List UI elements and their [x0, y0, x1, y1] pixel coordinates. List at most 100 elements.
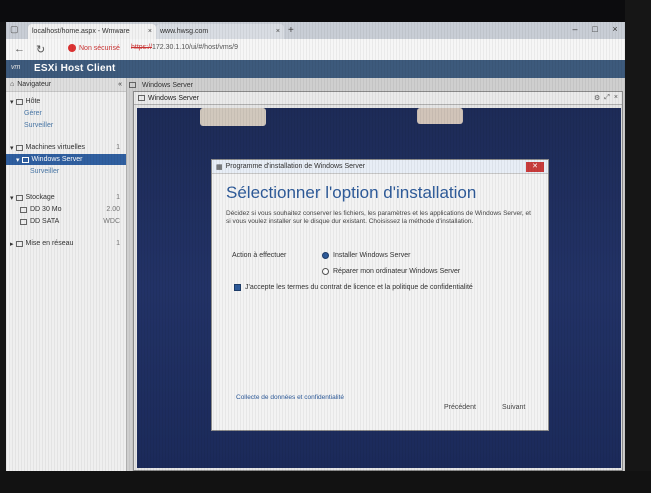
nav-item-vm-monitor[interactable]: Surveiller	[6, 166, 126, 177]
esxi-header: vm ESXi Host Client	[6, 60, 625, 78]
nav-item-label: Gérer	[24, 110, 42, 117]
setup-heading: Sélectionner l'option d'installation	[226, 183, 477, 202]
chevron-right-icon: ▸	[10, 240, 14, 248]
nav-item-networking[interactable]: ▸ Mise en réseau 1	[6, 238, 126, 249]
url-scheme: https://	[131, 44, 153, 51]
console-window: Windows Server ⚙ ⤢ × ▦ Programme d'insta…	[133, 91, 623, 471]
close-window-icon[interactable]: ×	[606, 24, 624, 38]
console-title-bar: Windows Server ⚙ ⤢ ×	[134, 92, 622, 105]
setup-dialog: ▦ Programme d'installation de Windows Se…	[211, 159, 549, 431]
close-icon[interactable]: ✕	[526, 161, 544, 172]
screen: ▢ localhost/home.aspx - Wmware × www.hws…	[6, 22, 625, 471]
monitor-bezel-right	[625, 0, 651, 493]
option-repair[interactable]: Réparer mon ordinateur Windows Server	[322, 268, 460, 275]
browser-menu-icon[interactable]: ▢	[10, 24, 19, 35]
count-badge: 1	[116, 194, 120, 201]
fullscreen-icon[interactable]: ⤢	[604, 94, 610, 102]
nav-item-windows-server[interactable]: ▾ Windows Server	[6, 154, 126, 165]
console-action-icon[interactable]: ⚙	[594, 94, 600, 102]
navigator-header: ⌂ Navigateur «	[6, 78, 126, 92]
tab-label: www.hwsg.com	[160, 28, 209, 35]
checkbox-icon[interactable]	[234, 284, 241, 291]
option-label: Installer Windows Server	[333, 252, 411, 259]
app-title: ESXi Host Client	[34, 63, 116, 74]
console-window-title: Windows Server	[148, 94, 199, 102]
nav-item-datastore-1[interactable]: DD 30 Mo 2.00	[6, 204, 126, 215]
navigator-icon: ⌂	[10, 81, 15, 88]
chevron-down-icon: ▾	[16, 156, 20, 164]
nav-item-datastore-2[interactable]: DD SATA WDC	[6, 216, 126, 227]
monitor-bezel-top	[0, 0, 651, 22]
minimize-icon[interactable]: –	[566, 24, 584, 38]
nav-item-label: Hôte	[25, 98, 41, 105]
security-indicator[interactable]: Non sécurisé	[68, 44, 120, 52]
nav-item-monitor[interactable]: Surveiller	[6, 120, 126, 131]
nav-item-storage[interactable]: ▾ Stockage 1	[6, 192, 126, 203]
radio-selected-icon[interactable]	[322, 252, 329, 259]
count-badge: 1	[116, 144, 120, 151]
radio-icon[interactable]	[322, 268, 329, 275]
host-icon	[15, 98, 23, 105]
security-label: Non sécurisé	[79, 44, 120, 52]
nav-item-label: Windows Server	[31, 156, 83, 163]
setup-title-bar: ▦ Programme d'installation de Windows Se…	[212, 160, 548, 174]
warning-icon	[68, 44, 76, 52]
vmware-logo: vm	[11, 64, 21, 71]
nav-item-label: Stockage	[25, 194, 55, 201]
close-console-icon[interactable]: ×	[614, 94, 618, 102]
next-button[interactable]: Suivant	[502, 404, 525, 411]
chevron-down-icon: ▾	[10, 194, 14, 202]
nav-item-label: DD 30 Mo	[30, 206, 62, 213]
setup-description: Décidez si vous souhaitez conserver les …	[226, 210, 531, 225]
vm-screen[interactable]: ▦ Programme d'installation de Windows Se…	[137, 108, 621, 468]
vm-console-tab[interactable]: Windows Server	[129, 80, 279, 90]
datastore-size: 2.00	[106, 206, 120, 213]
datastore-icon	[20, 206, 27, 213]
vm-console-tab-label: Windows Server	[142, 81, 193, 89]
setup-window-icon: ▦	[216, 163, 223, 171]
back-button[interactable]: Précédent	[444, 404, 476, 411]
close-tab-icon[interactable]: ×	[276, 28, 280, 35]
main-content: Windows Server Windows Server ⚙ ⤢ × ▦ Pr…	[127, 78, 625, 471]
new-tab-icon[interactable]: +	[288, 25, 294, 36]
option-install[interactable]: Installer Windows Server	[322, 252, 410, 259]
storage-icon	[15, 194, 23, 201]
navigator-panel: ⌂ Navigateur « ▾ Hôte Gérer Surveiller ▾…	[6, 78, 127, 471]
light-glare	[200, 108, 266, 126]
navigator-title: Navigateur	[17, 81, 52, 88]
close-tab-icon[interactable]: ×	[148, 28, 152, 35]
count-badge: 1	[116, 240, 120, 247]
address-bar: ← ↻ Non sécurisé https://172.30.1.10/ui/…	[6, 39, 625, 61]
privacy-link[interactable]: Collecte de données et confidentialité	[236, 394, 344, 401]
option-label: Réparer mon ordinateur Windows Server	[333, 268, 461, 275]
collapse-icon[interactable]: «	[118, 81, 122, 88]
nav-item-host[interactable]: ▾ Hôte	[6, 96, 126, 107]
nav-item-vms[interactable]: ▾ Machines virtuelles 1	[6, 142, 126, 153]
checkbox-label: J'accepte les termes du contrat de licen…	[245, 284, 473, 291]
maximize-icon[interactable]: □	[586, 24, 604, 38]
network-icon	[15, 240, 23, 247]
datastore-icon	[20, 218, 27, 225]
nav-item-label: Machines virtuelles	[25, 144, 86, 151]
vm-icon	[138, 95, 145, 101]
license-checkbox[interactable]: J'accepte les termes du contrat de licen…	[234, 284, 473, 291]
back-icon[interactable]: ←	[14, 43, 25, 55]
setup-window-title: Programme d'installation de Windows Serv…	[225, 163, 366, 170]
reload-icon[interactable]: ↻	[36, 43, 45, 56]
monitor-bezel-bottom	[0, 471, 651, 493]
nav-item-label: DD SATA	[30, 218, 60, 225]
vm-icon	[15, 144, 23, 151]
light-glare	[417, 108, 463, 124]
nav-item-label: Surveiller	[30, 168, 60, 175]
tab-label: localhost/home.aspx - Wmware	[32, 28, 130, 35]
chevron-down-icon: ▾	[10, 98, 14, 106]
nav-item-label: Mise en réseau	[25, 240, 74, 247]
nav-item-manage[interactable]: Gérer	[6, 108, 126, 119]
browser-tab-hwsg[interactable]: www.hwsg.com ×	[156, 24, 284, 39]
datastore-vendor: WDC	[103, 218, 120, 225]
url-field[interactable]: https://172.30.1.10/ui/#/host/vms/9	[131, 44, 238, 51]
browser-tab-esxi[interactable]: localhost/home.aspx - Wmware ×	[28, 24, 156, 39]
browser-tab-bar: ▢ localhost/home.aspx - Wmware × www.hws…	[6, 22, 625, 39]
action-label: Action à effectuer	[232, 252, 287, 259]
chevron-down-icon: ▾	[10, 144, 14, 152]
